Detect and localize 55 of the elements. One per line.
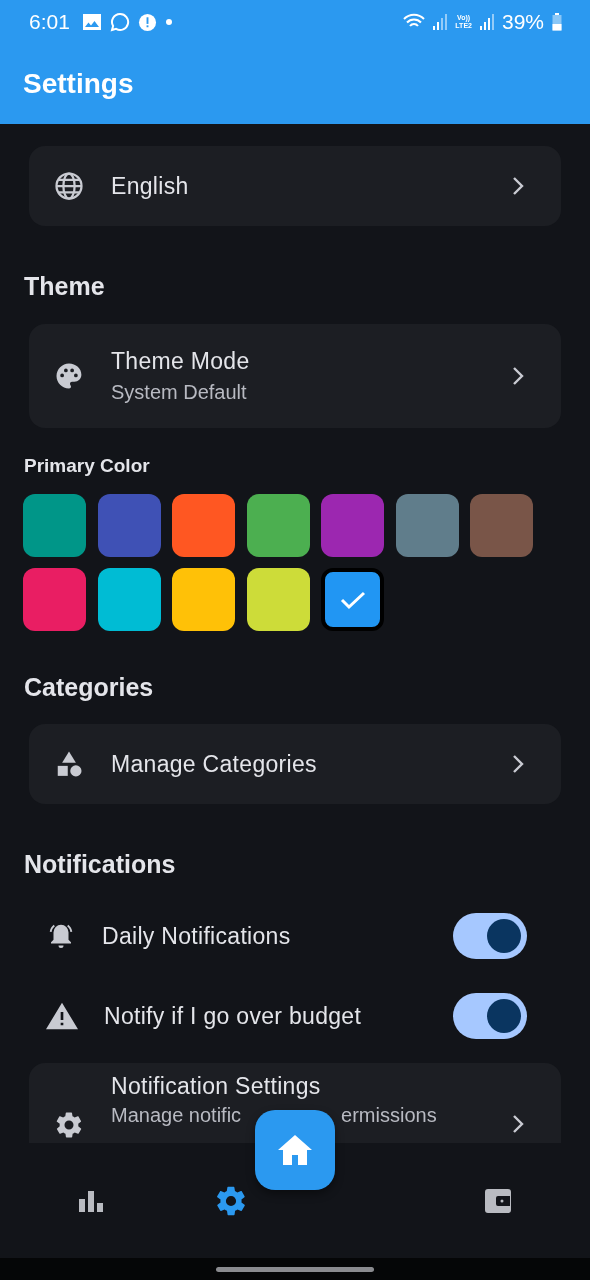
palette-icon (54, 361, 84, 391)
battery-icon (552, 13, 562, 31)
home-icon (277, 1134, 313, 1166)
section-heading: Theme (23, 271, 106, 301)
dot-icon (164, 18, 173, 26)
bar-chart-icon (78, 1188, 104, 1213)
signal-icon (433, 14, 448, 30)
check-icon (339, 589, 366, 610)
signal-icon (479, 14, 494, 30)
toggle-label: Daily Notifications (102, 922, 292, 950)
toggle-switch[interactable] (453, 913, 527, 959)
chevron-icon (511, 175, 525, 197)
chevron-icon (511, 1113, 525, 1135)
color-swatch[interactable] (246, 568, 310, 631)
gesture-bar[interactable] (216, 1266, 374, 1272)
card-title: Manage Categories (111, 750, 318, 778)
settings-card[interactable]: Manage Categories (29, 724, 561, 804)
wallet-icon (484, 1187, 512, 1214)
app-bar-title: Settings (23, 68, 134, 100)
settings-card[interactable]: Notification Settings Manage notific ermissions (29, 1063, 561, 1143)
card-subtitle: System Default (111, 381, 248, 404)
toggle-switch[interactable] (453, 993, 527, 1039)
battery-percent: 39% (501, 10, 544, 34)
color-swatch[interactable] (470, 494, 533, 557)
chevron-icon (511, 753, 525, 775)
globe-icon (54, 171, 84, 201)
section-heading: Categories (23, 672, 155, 702)
warning-icon (46, 1001, 78, 1031)
color-swatch[interactable] (97, 494, 161, 557)
card-subtitle: Manage notific (111, 1104, 242, 1127)
color-swatch[interactable] (97, 568, 161, 631)
color-swatch[interactable] (23, 494, 86, 557)
color-swatch[interactable] (23, 568, 86, 631)
card-title: Theme Mode (111, 348, 251, 375)
card-title: Notification Settings (111, 1073, 322, 1100)
section-heading: Notifications (23, 849, 177, 879)
color-swatch[interactable] (172, 494, 235, 557)
card-subtitle: ermissions (341, 1104, 437, 1127)
color-swatch[interactable] (395, 494, 459, 557)
color-swatch[interactable] (172, 568, 235, 631)
toggle-label: Notify if I go over budget (104, 1002, 363, 1030)
settings-card[interactable]: English (29, 146, 561, 226)
home-button[interactable] (255, 1110, 335, 1190)
alert-icon (137, 12, 157, 32)
chevron-icon (511, 365, 525, 387)
color-swatch[interactable] (321, 568, 384, 631)
gear-icon (54, 1110, 84, 1140)
clock-time: 6:01 (29, 10, 70, 34)
primary-color-label: Primary Color (23, 455, 151, 477)
color-swatch[interactable] (246, 494, 310, 557)
color-swatch[interactable] (321, 494, 384, 557)
card-title: English (111, 172, 190, 200)
chat-icon (109, 12, 130, 32)
settings-card[interactable]: Theme Mode System Default (29, 324, 561, 428)
gallery-icon (81, 13, 102, 31)
